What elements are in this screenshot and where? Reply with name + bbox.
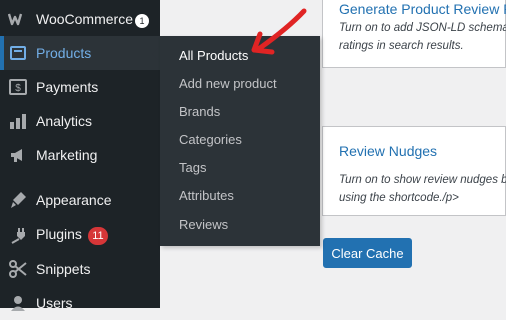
sidebar-item-label: Products: [36, 45, 92, 61]
sidebar-item-snippets[interactable]: Snippets: [0, 252, 160, 286]
sidebar-item-label: WooCommerce: [36, 10, 133, 27]
woocommerce-icon: [8, 9, 28, 29]
payments-icon: $: [8, 77, 28, 97]
sidebar-item-payments[interactable]: $ Payments: [0, 70, 160, 104]
setting-description-review-nudges-2: using the shortcode./p>: [339, 192, 459, 204]
annotation-arrow-icon: [251, 8, 307, 55]
sidebar-item-label: Plugins: [36, 225, 82, 242]
submenu-item-categories[interactable]: Categories: [179, 132, 242, 147]
users-icon: [8, 293, 28, 313]
submenu-pointer: [152, 46, 160, 62]
products-icon: [8, 43, 28, 63]
sidebar-item-label: Snippets: [36, 261, 91, 277]
products-submenu: All Products Add new product Brands Cate…: [160, 36, 320, 246]
setting-description-review-rich-snippets: Turn on to add JSON-LD schema: [339, 22, 506, 34]
submenu-item-add-new-product[interactable]: Add new product: [179, 76, 277, 91]
setting-title-review-rich-snippets[interactable]: Generate Product Review R: [339, 1, 506, 17]
submenu-item-attributes[interactable]: Attributes: [179, 188, 234, 203]
admin-sidebar: WooCommerce 1 Products $ Payments Analyti…: [0, 0, 160, 311]
sidebar-item-label: Analytics: [36, 113, 93, 129]
sidebar-item-plugins[interactable]: Plugins 11: [0, 218, 160, 252]
appearance-icon: [8, 190, 28, 210]
notification-badge: 1: [135, 13, 149, 28]
submenu-item-all-products[interactable]: All Products: [179, 48, 248, 63]
sidebar-item-analytics[interactable]: Analytics: [0, 104, 160, 138]
sidebar-item-appearance[interactable]: Appearance: [0, 183, 160, 217]
sidebar-item-woocommerce[interactable]: WooCommerce 1: [0, 2, 160, 36]
svg-text:$: $: [15, 83, 21, 94]
snippets-icon: [8, 259, 28, 279]
sidebar-item-label: Payments: [36, 79, 99, 95]
sidebar-item-products[interactable]: Products: [0, 36, 160, 70]
update-count-badge: 11: [87, 226, 108, 245]
setting-description-review-rich-snippets-2: ratings in search results.: [339, 40, 464, 52]
marketing-icon: [8, 145, 28, 165]
sidebar-item-label: Marketing: [36, 147, 98, 163]
setting-card-review-rich-snippets: Generate Product Review R Turn on to add…: [322, 0, 506, 68]
sidebar-item-label: Users: [36, 295, 73, 311]
sidebar-item-label: Appearance: [36, 192, 112, 208]
submenu-item-tags[interactable]: Tags: [179, 160, 206, 175]
setting-title-review-nudges[interactable]: Review Nudges: [339, 143, 437, 159]
setting-card-review-nudges: Review Nudges Turn on to show review nud…: [322, 126, 506, 216]
sidebar-item-marketing[interactable]: Marketing: [0, 138, 160, 172]
plugins-icon: [8, 225, 28, 245]
submenu-item-reviews[interactable]: Reviews: [179, 217, 228, 232]
setting-description-review-nudges: Turn on to show review nudges b: [339, 174, 506, 186]
sidebar-item-users[interactable]: Users: [0, 286, 160, 320]
analytics-icon: [8, 111, 28, 131]
clear-cache-button[interactable]: Clear Cache: [323, 238, 412, 268]
submenu-item-brands[interactable]: Brands: [179, 104, 220, 119]
